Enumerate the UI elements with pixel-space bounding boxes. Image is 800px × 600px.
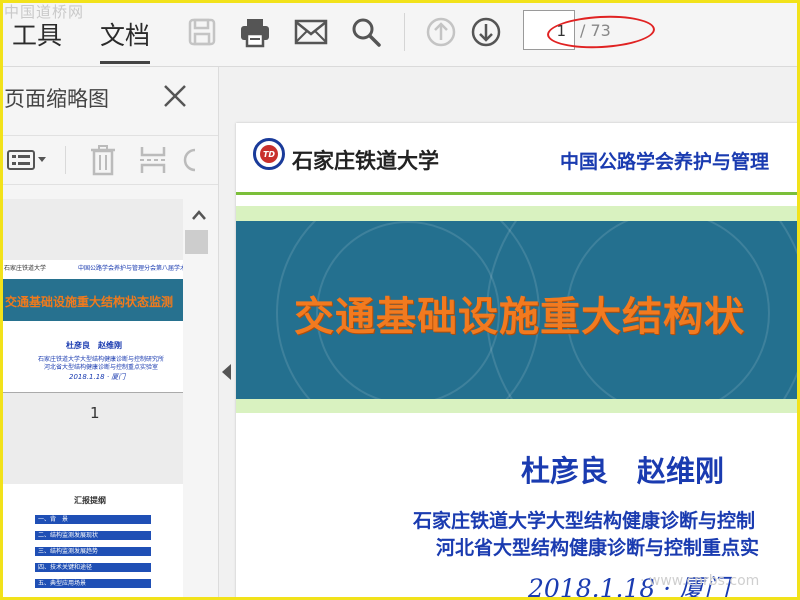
header-divider	[236, 192, 800, 195]
chevron-up-icon[interactable]	[189, 207, 209, 223]
extract-icon[interactable]	[136, 144, 170, 176]
outline-item: 一、背 景	[35, 515, 151, 524]
mail-icon[interactable]	[291, 12, 331, 52]
options-icon[interactable]	[6, 144, 50, 176]
title-banner: 交通基础设施重大结构状	[236, 221, 800, 399]
thumbnail-university: 石家庄铁道大学	[4, 265, 47, 272]
logo-mark: TD	[260, 145, 278, 163]
outline-item: 二、结构监测发展现状	[35, 531, 151, 540]
watermark: 中国道桥网	[4, 3, 85, 21]
institute-line-1: 石家庄铁道大学大型结构健康诊断与控制	[413, 510, 756, 532]
document-page: TD 石家庄铁道大学 中国公路学会养护与管理 交通基础设施重大结构状 杜彦良 赵…	[236, 123, 800, 600]
close-icon[interactable]	[160, 81, 190, 111]
thumbnail-outline-title: 汇报提纲	[74, 496, 106, 505]
delete-icon[interactable]	[86, 144, 120, 176]
panel-title: 页面缩略图	[4, 87, 109, 111]
thumbnail-society: 中国公路学会养护与管理分会第八届学术	[78, 265, 183, 272]
print-icon[interactable]	[235, 12, 275, 52]
thumbnail-toolbar	[0, 135, 218, 185]
green-band-bottom	[236, 399, 800, 413]
thumbnail-title-band: 交通基础设施重大结构状态监测	[0, 279, 183, 321]
active-tab-indicator	[100, 61, 150, 64]
page-down-icon[interactable]	[466, 12, 506, 52]
thumbnail-scrollbar[interactable]	[183, 199, 218, 600]
university-logo: TD	[253, 138, 285, 170]
society-name: 中国公路学会养护与管理	[560, 151, 770, 173]
watermark-url: · www.cnrbs.com	[640, 573, 760, 589]
thumbnail-authors: 杜彦良 赵维刚	[66, 341, 122, 350]
main-toolbar: 工具 文档 1 / 73	[0, 0, 800, 67]
thumbnail-toolbar-separator	[65, 146, 66, 174]
thumbnail-panel: 页面缩略图 石家庄铁道大学 中国公路学会养护与管理分会第八届学术 交通基础设施重…	[0, 67, 219, 600]
outline-item: 四、技术关键和途径	[35, 563, 151, 572]
thumbnail-date: 2018.1.18 · 厦门	[69, 373, 126, 381]
toolbar-separator	[404, 13, 405, 51]
outline-item: 五、典型应用场景	[35, 579, 151, 588]
green-band-top	[236, 206, 800, 221]
save-icon[interactable]	[182, 12, 222, 52]
tab-document[interactable]: 文档	[100, 16, 150, 52]
collapse-panel-icon[interactable]	[222, 364, 231, 380]
thumbnail-list: 石家庄铁道大学 中国公路学会养护与管理分会第八届学术 交通基础设施重大结构状态监…	[0, 199, 183, 600]
thumbnail-institute-2: 河北省大型结构健康诊断与控制重点实验室	[44, 364, 159, 371]
university-name: 石家庄铁道大学	[292, 148, 439, 173]
search-icon[interactable]	[346, 12, 386, 52]
page-up-icon[interactable]	[421, 12, 461, 52]
authors: 杜彦良 赵维刚	[521, 454, 725, 488]
thumbnail-title: 交通基础设施重大结构状态监测	[5, 295, 174, 309]
rotate-icon[interactable]	[180, 144, 200, 176]
page-thumbnail-1[interactable]: 石家庄铁道大学 中国公路学会养护与管理分会第八届学术 交通基础设施重大结构状态监…	[0, 260, 183, 393]
scrollbar-thumb[interactable]	[185, 230, 208, 254]
page-thumbnail-2[interactable]: 汇报提纲 一、背 景 二、结构监测发展现状 三、结构监测发展趋势 四、技术关键和…	[0, 484, 183, 600]
thumbnail-page-number: 1	[90, 404, 100, 422]
institute-line-2: 河北省大型结构健康诊断与控制重点实	[436, 537, 760, 559]
outline-item: 三、结构监测发展趋势	[35, 547, 151, 556]
presentation-title: 交通基础设施重大结构状	[294, 294, 745, 340]
